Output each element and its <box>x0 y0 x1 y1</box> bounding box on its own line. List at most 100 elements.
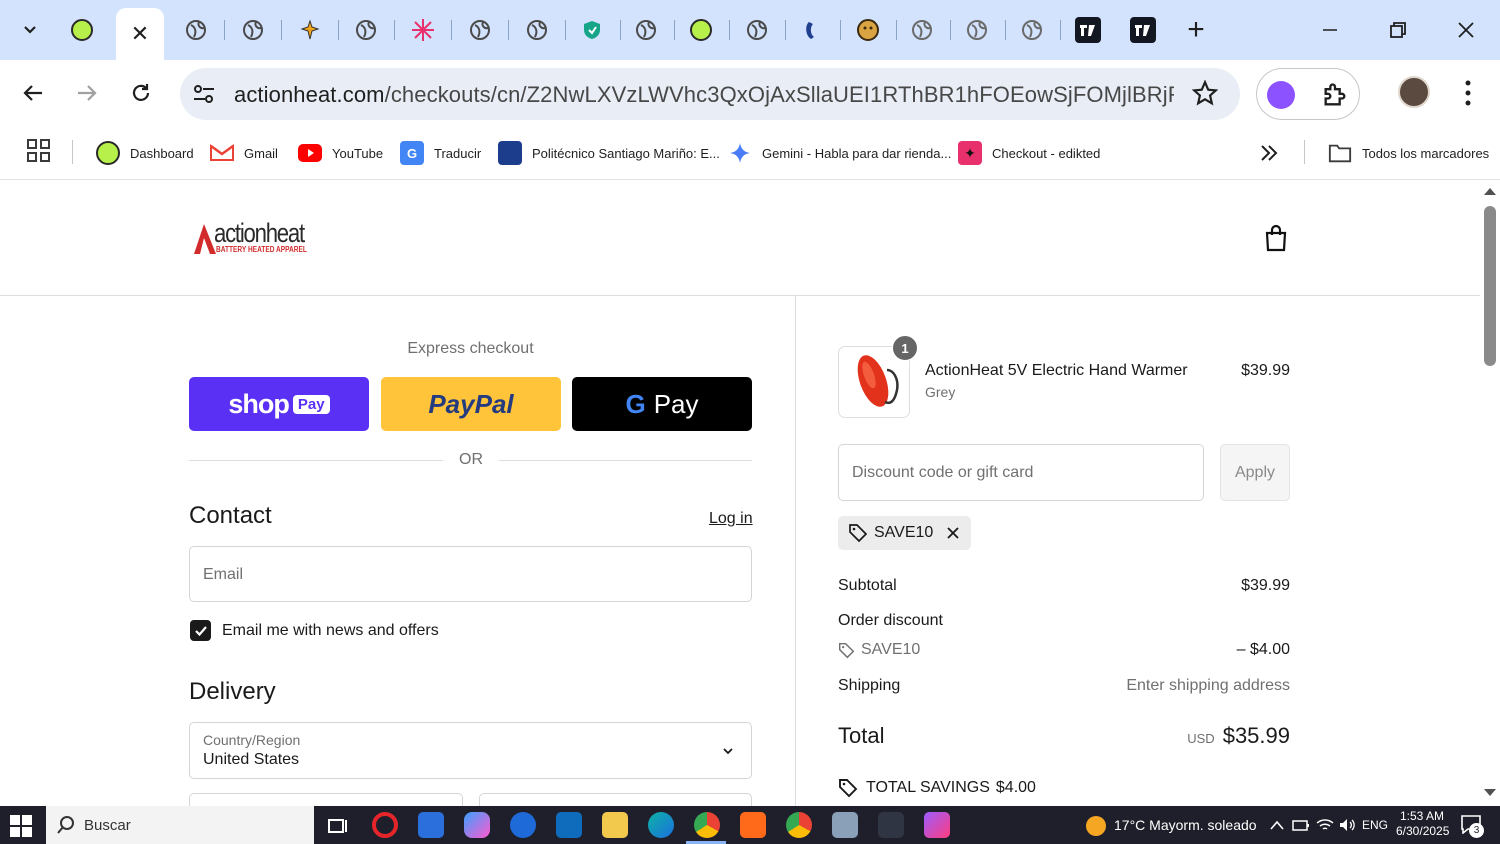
bookmark-gemini[interactable]: Gemini - Habla para dar rienda... <box>728 140 951 166</box>
subtotal-label: Subtotal <box>838 577 897 594</box>
country-select[interactable]: Country/Region United States <box>189 722 752 779</box>
restore-button[interactable] <box>1378 12 1418 48</box>
scroll-down-icon[interactable] <box>1483 788 1497 798</box>
scroll-up-icon[interactable] <box>1483 186 1497 196</box>
tab-3[interactable] <box>176 10 216 50</box>
bookmark-psm[interactable]: Politécnico Santiago Mariño: E... <box>498 140 720 166</box>
bookmark-gmail[interactable]: Gmail <box>210 140 278 166</box>
tab-15[interactable] <box>848 10 888 50</box>
tab-19[interactable] <box>1068 10 1108 50</box>
email-field[interactable]: Email <box>189 546 752 602</box>
bookmark-youtube[interactable]: YouTube <box>298 140 383 166</box>
checkout-form: Express checkout shop Pay PayPal G Pay O… <box>0 296 796 806</box>
clock[interactable]: 1:53 AM 6/30/2025 <box>1396 809 1449 839</box>
volume-icon[interactable] <box>1338 817 1356 833</box>
calculator-app[interactable] <box>418 812 444 838</box>
bookmark-dashboard[interactable]: Dashboard <box>96 140 194 166</box>
paypal-button[interactable]: PayPal <box>381 377 561 431</box>
chrome-app[interactable] <box>694 812 720 838</box>
tab-7[interactable] <box>403 10 443 50</box>
tab-6[interactable] <box>346 10 386 50</box>
active-tab-close-button[interactable]: ✕ <box>116 8 164 60</box>
tab-10[interactable] <box>572 10 612 50</box>
newsletter-checkbox[interactable] <box>190 620 211 641</box>
url-text[interactable]: actionheat.com/checkouts/cn/Z2NwLXVzLWVh… <box>234 82 1174 108</box>
chevron-down-icon <box>723 748 733 755</box>
tab-4[interactable] <box>233 10 273 50</box>
tab-12[interactable] <box>681 10 721 50</box>
tab-18[interactable] <box>1012 10 1052 50</box>
tab-16[interactable] <box>902 10 942 50</box>
tab-11[interactable] <box>626 10 666 50</box>
globe-icon <box>356 20 376 40</box>
newsletter-label: Email me with news and offers <box>222 622 439 639</box>
page-scrollbar[interactable] <box>1480 180 1500 806</box>
apps-button[interactable] <box>26 138 52 169</box>
brave-app[interactable] <box>740 812 766 838</box>
start-button[interactable] <box>10 815 32 842</box>
bookmark-edikted[interactable]: ✦ Checkout - edikted <box>958 140 1100 166</box>
tab-13[interactable] <box>737 10 777 50</box>
bookmark-star-button[interactable] <box>1191 79 1219 111</box>
desktop-app[interactable] <box>832 812 858 838</box>
reload-button[interactable] <box>122 74 160 112</box>
site-info-button[interactable] <box>192 82 216 111</box>
notification-center-button[interactable]: 3 <box>1460 814 1484 839</box>
back-button[interactable] <box>14 74 52 112</box>
more-bookmarks-button[interactable] <box>1256 140 1282 171</box>
tab-5[interactable] <box>290 10 330 50</box>
discount-code-field[interactable]: Discount code or gift card <box>838 444 1204 501</box>
last-name-field[interactable] <box>479 793 752 806</box>
bookmark-traducir[interactable]: G Traducir <box>400 140 481 166</box>
remove-discount-icon[interactable] <box>945 525 961 541</box>
tab-8[interactable] <box>460 10 500 50</box>
task-view-button[interactable] <box>326 815 348 842</box>
taskbar-search[interactable]: Buscar <box>46 806 314 844</box>
url-path: /checkouts/cn/Z2NwLXVzLWVhc3QxOjAxSllaUE… <box>384 82 1174 107</box>
all-bookmarks-button[interactable]: Todos los marcadores <box>1328 140 1489 166</box>
battery-icon[interactable] <box>1292 818 1310 832</box>
globe-icon <box>243 20 263 40</box>
bluetooth-app[interactable] <box>510 812 536 838</box>
tab-search-button[interactable] <box>10 10 50 50</box>
extensions-button[interactable] <box>1321 81 1349 114</box>
browser-menu-button[interactable] <box>1456 78 1480 113</box>
apply-button[interactable]: Apply <box>1220 444 1290 501</box>
tab-14[interactable] <box>792 10 832 50</box>
cart-button[interactable] <box>1264 224 1288 257</box>
google-pay-button[interactable]: G Pay <box>572 377 752 431</box>
outlook-app[interactable] <box>556 812 582 838</box>
opera-app[interactable] <box>372 812 398 838</box>
weather-text[interactable]: 17°C Mayorm. soleado <box>1114 817 1257 833</box>
address-bar[interactable]: actionheat.com/checkouts/cn/Z2NwLXVzLWVh… <box>180 68 1240 120</box>
first-name-field[interactable] <box>189 793 463 806</box>
copilot-app[interactable] <box>464 812 490 838</box>
chrome-profile-app[interactable] <box>786 812 812 838</box>
file-explorer-app[interactable] <box>602 812 628 838</box>
new-tab-button[interactable]: + <box>1176 10 1216 50</box>
background-app[interactable] <box>878 812 904 838</box>
close-window-button[interactable] <box>1446 12 1486 48</box>
tab-9[interactable] <box>517 10 557 50</box>
shop-pay-button[interactable]: shop Pay <box>189 377 369 431</box>
extension-icon[interactable] <box>1267 81 1295 109</box>
edge-app[interactable] <box>648 812 674 838</box>
profile-avatar[interactable] <box>1398 76 1430 108</box>
pinned-app[interactable] <box>924 812 950 838</box>
tab-1[interactable] <box>62 10 102 50</box>
tab-20[interactable] <box>1123 10 1163 50</box>
store-logo[interactable]: actionheat BATTERY HEATED APPAREL <box>192 218 332 260</box>
forward-button[interactable] <box>68 74 106 112</box>
subtotal-value: $39.99 <box>1241 577 1290 594</box>
express-checkout-title: Express checkout <box>407 340 534 357</box>
tune-icon <box>194 85 214 103</box>
weather-icon[interactable] <box>1086 816 1106 836</box>
shipping-label: Shipping <box>838 677 901 694</box>
login-link[interactable]: Log in <box>709 510 753 528</box>
chevron-up-icon[interactable] <box>1270 819 1284 831</box>
language-indicator[interactable]: ENG <box>1362 818 1388 832</box>
tab-17[interactable] <box>957 10 997 50</box>
scrollbar-thumb[interactable] <box>1484 206 1496 366</box>
minimize-button[interactable] <box>1310 12 1350 48</box>
wifi-icon[interactable] <box>1316 817 1334 833</box>
